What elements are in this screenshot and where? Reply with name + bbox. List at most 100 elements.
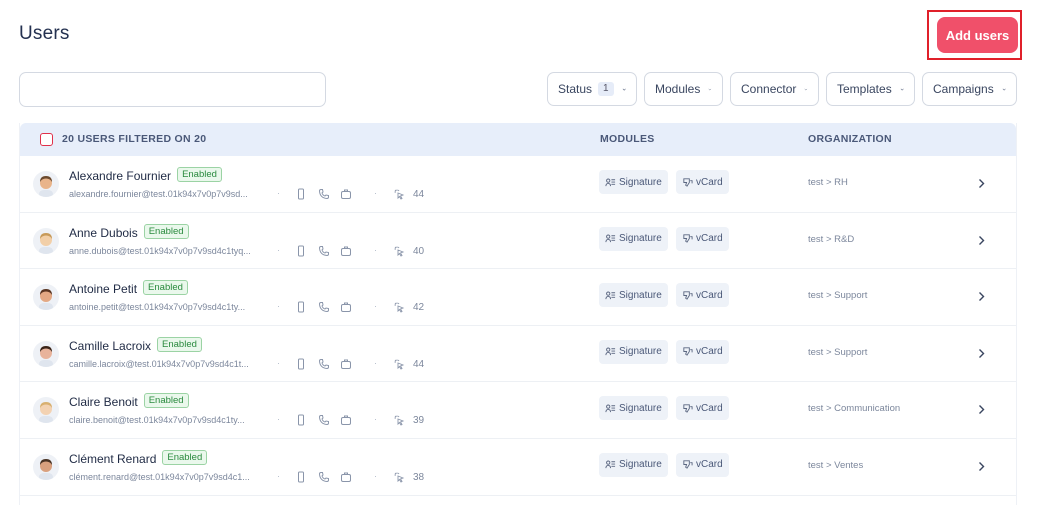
separator-dot: · <box>374 414 377 425</box>
separator-dot: · <box>374 301 377 312</box>
user-name[interactable]: Antoine Petit <box>69 282 137 296</box>
vcard-module[interactable]: vCard <box>676 396 729 421</box>
signature-module[interactable]: Signature <box>599 283 668 308</box>
vcard-icon <box>683 347 693 357</box>
filter-modules[interactable]: Modules <box>644 72 723 106</box>
briefcase-icon <box>341 415 351 426</box>
add-users-button[interactable]: Add users <box>937 17 1018 53</box>
mobile-icon <box>298 358 304 370</box>
briefcase-icon <box>341 472 351 482</box>
table-row[interactable]: Claire Benoit Enabled claire.benoit@test… <box>20 382 1016 439</box>
separator-dot: · <box>277 188 280 198</box>
organization-path: test > Support <box>808 346 868 358</box>
signature-module[interactable]: Signature <box>599 339 668 364</box>
user-name[interactable]: Camille Lacroix <box>69 339 151 353</box>
engagement-score: 44 <box>413 358 425 370</box>
vcard-label: vCard <box>696 346 723 358</box>
avatar <box>33 227 59 254</box>
separator-dot: · <box>277 301 280 312</box>
user-email: anne.dubois@test.01k94x7v0p7v9sd4c1tyq..… <box>69 245 251 256</box>
table-body: Alexandre Fournier Enabled alexandre.fou… <box>20 156 1016 496</box>
search-input[interactable] <box>20 73 325 106</box>
chevron-down-icon <box>804 88 808 90</box>
users-table: 20 USERS FILTERED ON 20 MODULES ORGANIZA… <box>19 123 1017 505</box>
signature-module[interactable]: Signature <box>599 226 668 251</box>
vcard-icon <box>683 291 693 300</box>
filter-modules-label: Modules <box>655 82 701 96</box>
separator-dot: · <box>277 357 280 368</box>
click-icon <box>394 302 405 313</box>
phone-icon <box>318 358 329 369</box>
select-all-checkbox[interactable] <box>40 133 53 146</box>
avatar <box>33 453 59 480</box>
table-row[interactable]: Alexandre Fournier Enabled alexandre.fou… <box>20 156 1016 213</box>
mobile-icon <box>298 188 304 200</box>
vcard-module[interactable]: vCard <box>676 339 729 364</box>
vcard-module[interactable]: vCard <box>676 452 729 477</box>
separator-dot: · <box>374 470 377 481</box>
user-name[interactable]: Alexandre Fournier <box>69 169 171 183</box>
signature-icon <box>605 347 616 356</box>
vcard-icon <box>683 460 693 470</box>
vcard-module[interactable]: vCard <box>676 283 729 308</box>
avatar <box>33 171 59 197</box>
click-icon <box>394 415 405 426</box>
organization-path: test > RH <box>808 177 848 188</box>
vcard-label: vCard <box>696 459 723 471</box>
signature-icon <box>605 461 616 469</box>
search-field[interactable] <box>19 72 326 107</box>
vcard-icon <box>683 234 693 243</box>
click-icon <box>394 472 405 483</box>
chevron-right-icon[interactable] <box>977 461 986 472</box>
signature-label: Signature <box>619 176 662 188</box>
avatar <box>33 284 59 311</box>
separator-dot: · <box>374 357 377 368</box>
vcard-icon <box>683 404 693 413</box>
separator-dot: · <box>277 470 280 481</box>
page-title: Users <box>19 23 70 44</box>
filter-campaigns[interactable]: Campaigns <box>922 72 1017 106</box>
status-badge: Enabled <box>177 167 222 182</box>
briefcase-icon <box>341 189 351 199</box>
chevron-right-icon[interactable] <box>977 178 986 189</box>
vcard-module[interactable]: vCard <box>676 170 729 194</box>
filter-status[interactable]: Status 1 <box>547 72 637 106</box>
table-row[interactable]: Anne Dubois Enabled anne.dubois@test.01k… <box>20 213 1016 270</box>
phone-icon <box>318 471 329 482</box>
user-name[interactable]: Anne Dubois <box>69 226 138 240</box>
phone-icon <box>318 415 329 426</box>
organization-path: test > R&D <box>808 233 855 245</box>
signature-module[interactable]: Signature <box>599 452 668 477</box>
chevron-right-icon[interactable] <box>977 348 986 359</box>
vcard-label: vCard <box>696 176 723 188</box>
chevron-right-icon[interactable] <box>977 404 986 415</box>
table-row[interactable]: Clément Renard Enabled clément.renard@te… <box>20 439 1016 496</box>
chevron-right-icon[interactable] <box>977 235 986 246</box>
engagement-score: 38 <box>413 471 425 483</box>
filter-campaigns-label: Campaigns <box>933 82 994 96</box>
filter-status-count: 1 <box>598 82 614 96</box>
filter-templates-label: Templates <box>837 82 892 96</box>
signature-module[interactable]: Signature <box>599 170 668 194</box>
vcard-module[interactable]: vCard <box>676 226 729 251</box>
status-badge: Enabled <box>162 449 208 465</box>
organization-path: test > Communication <box>808 403 901 415</box>
signature-label: Signature <box>619 289 662 301</box>
vcard-label: vCard <box>696 233 723 245</box>
chevron-right-icon[interactable] <box>977 291 986 302</box>
status-badge: Enabled <box>143 280 188 296</box>
mobile-icon <box>298 471 304 483</box>
user-name[interactable]: Clément Renard <box>69 452 156 466</box>
separator-dot: · <box>374 188 377 198</box>
table-row[interactable]: Camille Lacroix Enabled camille.lacroix@… <box>20 326 1016 383</box>
status-badge: Enabled <box>143 223 189 239</box>
signature-module[interactable]: Signature <box>599 396 668 421</box>
avatar <box>33 340 59 367</box>
vcard-icon <box>683 177 693 187</box>
table-row[interactable]: Antoine Petit Enabled antoine.petit@test… <box>20 269 1016 326</box>
filter-templates[interactable]: Templates <box>826 72 915 106</box>
chevron-down-icon <box>900 88 904 91</box>
filter-connector[interactable]: Connector <box>730 72 819 106</box>
user-name[interactable]: Claire Benoit <box>69 395 138 409</box>
chevron-down-icon <box>708 88 712 90</box>
